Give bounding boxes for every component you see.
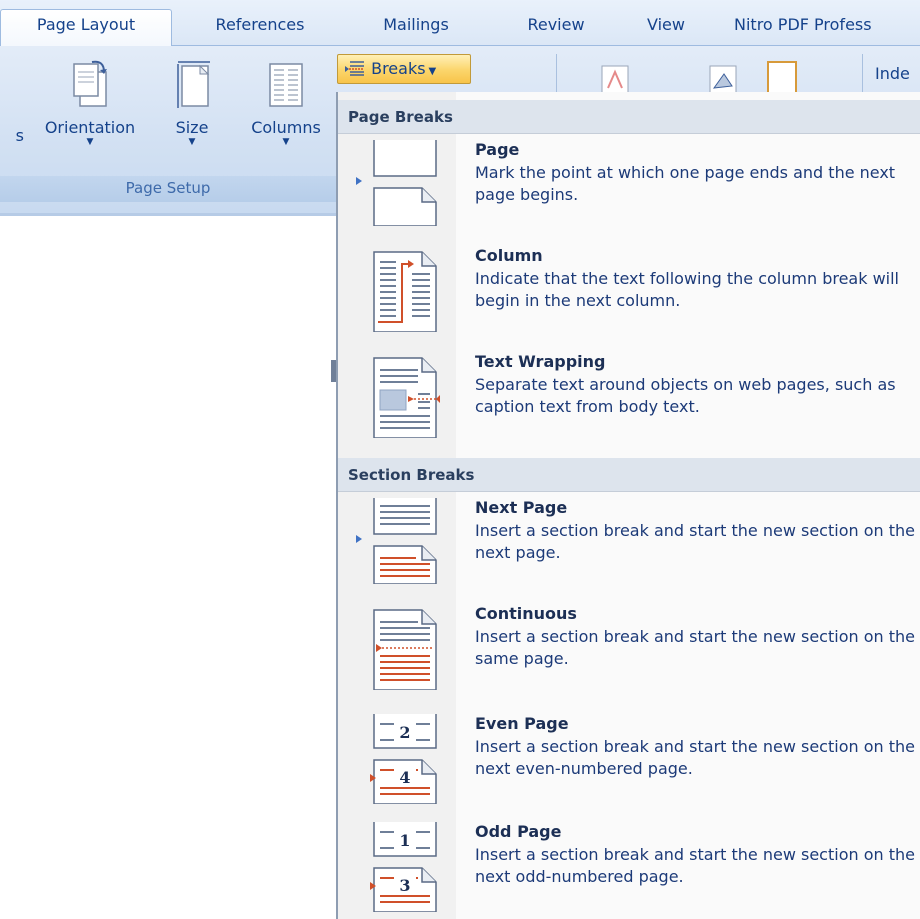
- margins-button[interactable]: s: [0, 126, 24, 145]
- breaks-button[interactable]: Breaks ▼: [337, 54, 471, 84]
- tab-view[interactable]: View: [636, 10, 696, 46]
- column-break-title: Column: [475, 246, 543, 265]
- page-break-description: Mark the point at which one page ends an…: [475, 163, 896, 204]
- orientation-button[interactable]: Orientation ▼: [28, 58, 152, 147]
- text-wrapping-description: Separate text around objects on web page…: [475, 375, 896, 416]
- even-page-title: Even Page: [475, 714, 569, 733]
- tab-references[interactable]: References: [196, 10, 324, 46]
- indent-label: Inde: [875, 64, 910, 83]
- column-break-description: Indicate that the text following the col…: [475, 269, 899, 310]
- orientation-label: Orientation: [44, 118, 136, 137]
- menu-item-odd-page[interactable]: 1 3 Odd Page Insert a section break and …: [338, 822, 920, 918]
- next-page-title: Next Page: [475, 498, 568, 517]
- tab-page-layout[interactable]: Page Layout: [0, 9, 172, 46]
- columns-button[interactable]: Columns ▼: [236, 58, 336, 147]
- continuous-icon: [373, 609, 437, 690]
- breaks-dropdown-menu: Page Breaks Page Mark the point at which…: [336, 92, 920, 919]
- ribbon-tab-bar: Page Layout References Mailings Review V…: [0, 0, 920, 46]
- odd-page-icon: 1 3: [370, 822, 437, 912]
- tab-nitro-pdf[interactable]: Nitro PDF Profess: [734, 10, 920, 46]
- breaks-label: Breaks: [371, 59, 426, 78]
- odd-page-title: Odd Page: [475, 822, 562, 841]
- margins-label: s: [15, 126, 24, 145]
- orientation-icon: [73, 60, 107, 107]
- menu-item-even-page[interactable]: 2 4 Even Page Insert a section break and…: [338, 714, 920, 810]
- text-wrapping-title: Text Wrapping: [475, 352, 606, 371]
- chevron-down-icon: ▼: [86, 137, 94, 147]
- menu-item-text-wrapping[interactable]: Text Wrapping Separate text around objec…: [338, 352, 920, 448]
- menu-item-continuous[interactable]: Continuous Insert a section break and st…: [338, 604, 920, 700]
- odd-page-description: Insert a section break and start the new…: [475, 845, 915, 886]
- breaks-icon: [345, 61, 364, 76]
- continuous-description: Insert a section break and start the new…: [475, 627, 915, 668]
- columns-icon: [269, 63, 303, 107]
- even-page-bottom-number: 4: [399, 768, 410, 787]
- chevron-down-icon: ▼: [282, 137, 290, 147]
- tab-review[interactable]: Review: [514, 10, 598, 46]
- menu-item-next-page[interactable]: Next Page Insert a section break and sta…: [338, 498, 920, 590]
- columns-label: Columns: [251, 118, 321, 137]
- menu-item-column[interactable]: Column Indicate that the text following …: [338, 246, 920, 342]
- size-button[interactable]: Size ▼: [162, 58, 222, 147]
- page-break-title: Page: [475, 140, 520, 159]
- next-page-icon: [356, 498, 437, 584]
- menu-item-page[interactable]: Page Mark the point at which one page en…: [338, 140, 920, 232]
- continuous-title: Continuous: [475, 604, 577, 623]
- chevron-down-icon: ▼: [188, 137, 196, 147]
- next-page-description: Insert a section break and start the new…: [475, 521, 915, 562]
- even-page-icon: 2 4: [370, 714, 437, 804]
- column-break-icon: [373, 251, 437, 332]
- size-icon: [177, 61, 210, 108]
- document-cursor-marker: [331, 360, 336, 382]
- page-breaks-header: Page Breaks: [338, 100, 920, 134]
- odd-page-top-number: 1: [399, 831, 410, 850]
- chevron-down-icon: ▼: [428, 66, 437, 77]
- page-break-icon: [356, 140, 437, 226]
- size-label: Size: [175, 118, 209, 137]
- text-wrapping-icon: [373, 357, 440, 438]
- even-page-top-number: 2: [399, 723, 410, 742]
- page-setup-group-label: Page Setup: [0, 176, 336, 202]
- section-breaks-header: Section Breaks: [338, 458, 920, 492]
- even-page-description: Insert a section break and start the new…: [475, 737, 915, 778]
- odd-page-bottom-number: 3: [399, 876, 410, 895]
- tab-mailings[interactable]: Mailings: [366, 10, 466, 46]
